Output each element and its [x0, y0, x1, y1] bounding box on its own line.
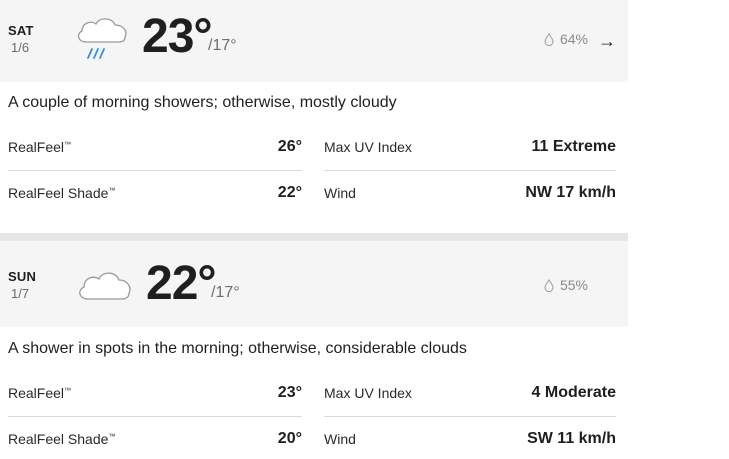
day-card-header-sat[interactable]: SAT 1/6 23° /17° 64% → — [0, 0, 628, 82]
precip-percent: 55% — [559, 277, 588, 293]
detail-label: RealFeel™ — [8, 139, 72, 155]
detail-realfeel: RealFeel™ 23° — [8, 382, 302, 404]
detail-label: RealFeel Shade™ — [8, 185, 116, 201]
detail-wind: Wind SW 11 km/h — [324, 428, 616, 450]
precip-percent: 64% — [559, 31, 588, 47]
low-temperature: /17° — [208, 37, 237, 54]
detail-realfeel-shade: RealFeel Shade™ 20° — [8, 428, 302, 450]
detail-label: Max UV Index — [324, 385, 412, 401]
detail-value: 22° — [277, 184, 302, 201]
precipitation: 55% — [544, 277, 588, 293]
high-temperature: 22° — [146, 257, 217, 310]
detail-wind: Wind NW 17 km/h — [324, 182, 616, 204]
detail-realfeel-shade: RealFeel Shade™ 22° — [8, 182, 302, 204]
detail-value: NW 17 km/h — [525, 184, 616, 201]
detail-label: Wind — [324, 431, 356, 447]
forecast-phrase: A couple of morning showers; otherwise, … — [8, 94, 397, 111]
divider — [324, 416, 616, 417]
rain-cloud-icon — [77, 18, 127, 59]
detail-value: 11 Extreme — [531, 138, 616, 155]
section-separator — [0, 233, 628, 241]
detail-value: 4 Moderate — [531, 384, 616, 401]
day-date: 1/6 — [11, 40, 30, 55]
detail-label: RealFeel™ — [8, 385, 72, 401]
detail-value: SW 11 km/h — [527, 430, 616, 447]
droplet-icon — [544, 32, 554, 46]
detail-label: Wind — [324, 185, 356, 201]
detail-realfeel: RealFeel™ 26° — [8, 136, 302, 158]
day-name: SUN — [8, 269, 37, 284]
high-temperature: 23° — [142, 10, 213, 63]
divider — [8, 416, 302, 417]
day-card-header-sun[interactable]: SUN 1/7 22° /17° 55% — [0, 241, 628, 327]
day-date: 1/7 — [11, 286, 30, 301]
forecast-phrase: A shower in spots in the morning; otherw… — [8, 340, 467, 357]
droplet-icon — [544, 278, 554, 292]
arrow-right-icon[interactable]: → — [598, 31, 616, 52]
detail-label: RealFeel Shade™ — [8, 431, 116, 447]
low-temperature: /17° — [211, 284, 240, 301]
cloud-icon — [79, 272, 131, 300]
detail-label: Max UV Index — [324, 139, 412, 155]
divider — [8, 170, 302, 171]
daily-forecast: SAT 1/6 23° /17° 64% → A couple of morni… — [0, 0, 628, 459]
detail-value: 23° — [277, 384, 302, 401]
detail-value: 20° — [277, 430, 302, 447]
divider — [324, 170, 616, 171]
detail-max-uv: Max UV Index 11 Extreme — [324, 136, 616, 158]
detail-max-uv: Max UV Index 4 Moderate — [324, 382, 616, 404]
day-name: SAT — [8, 23, 34, 38]
precipitation: 64% — [544, 31, 588, 47]
detail-value: 26° — [277, 138, 302, 155]
